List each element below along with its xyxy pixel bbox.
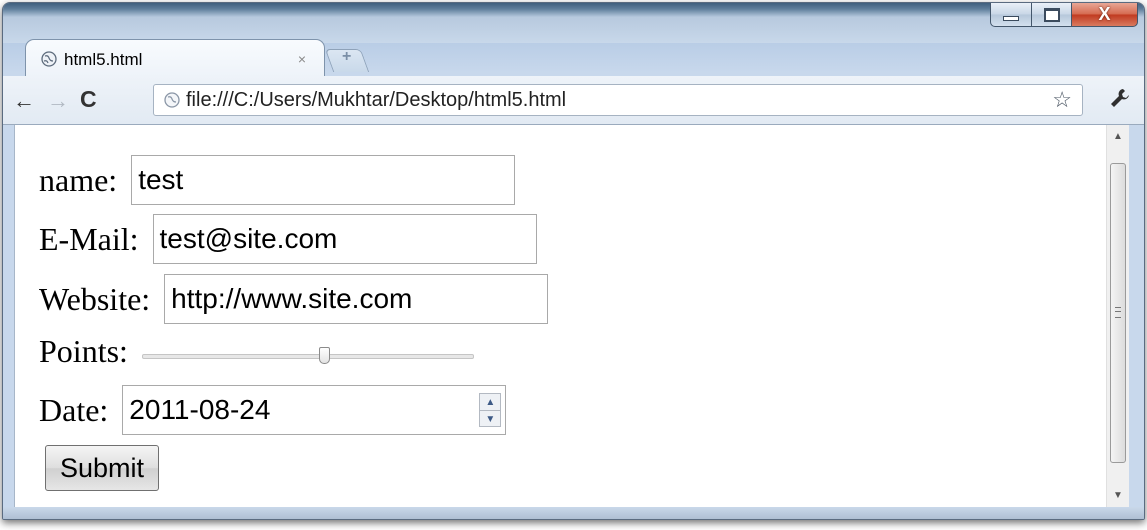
reload-button[interactable]: C	[80, 86, 97, 113]
name-row: name: test	[39, 155, 516, 205]
email-input[interactable]: test@site.com	[152, 214, 537, 264]
browser-window: X html5.html × + ← → C file:///C:/Users/…	[2, 2, 1145, 520]
name-input[interactable]: test	[131, 155, 516, 205]
globe-icon	[41, 51, 57, 67]
tab-title: html5.html	[64, 50, 143, 69]
close-window-button[interactable]: X	[1072, 3, 1138, 27]
maximize-button[interactable]	[1032, 3, 1072, 27]
scroll-up-icon[interactable]: ▲	[1107, 131, 1129, 142]
date-row: Date: 2011-08-24 ▲ ▼	[39, 385, 507, 435]
browser-toolbar: ← → C file:///C:/Users/Mukhtar/Desktop/h…	[3, 76, 1144, 125]
spinner-down-icon[interactable]: ▼	[480, 410, 501, 427]
scroll-down-icon[interactable]: ▼	[1107, 490, 1129, 501]
url-text: file:///C:/Users/Mukhtar/Desktop/html5.h…	[186, 89, 567, 111]
spinner-up-icon[interactable]: ▲	[480, 394, 500, 410]
email-label: E-Mail:	[39, 220, 139, 257]
date-spinner[interactable]: ▲ ▼	[479, 393, 502, 427]
submit-button[interactable]: Submit	[45, 445, 160, 491]
wrench-icon[interactable]	[1108, 86, 1132, 110]
slider-track	[141, 353, 474, 359]
slider-thumb[interactable]	[318, 346, 330, 364]
address-bar[interactable]: file:///C:/Users/Mukhtar/Desktop/html5.h…	[153, 84, 1083, 116]
date-input[interactable]: 2011-08-24 ▲ ▼	[122, 385, 507, 435]
close-icon: X	[1098, 4, 1111, 24]
window-bottom-frame	[3, 507, 1144, 519]
scroll-thumb[interactable]	[1110, 163, 1126, 463]
forward-button[interactable]: →	[47, 88, 69, 114]
email-row: E-Mail: test@site.com	[39, 214, 537, 264]
window-controls: X	[990, 3, 1138, 29]
website-label: Website:	[39, 280, 151, 317]
points-slider[interactable]	[141, 346, 474, 365]
points-label: Points:	[39, 333, 128, 369]
points-row: Points:	[39, 333, 474, 370]
bookmark-star-icon[interactable]: ☆	[1052, 87, 1072, 113]
date-label: Date:	[39, 391, 109, 428]
minimize-button[interactable]	[990, 3, 1032, 27]
title-bar: X	[3, 3, 1144, 43]
tab-close-icon[interactable]: ×	[298, 51, 306, 67]
website-input[interactable]: http://www.site.com	[164, 274, 549, 324]
website-row: Website: http://www.site.com	[39, 274, 549, 324]
page-globe-icon	[164, 92, 180, 108]
vertical-scrollbar[interactable]: ▲ ▼	[1106, 125, 1129, 507]
date-value: 2011-08-24	[129, 394, 271, 425]
name-label: name:	[39, 161, 118, 198]
tab-html5[interactable]: html5.html ×	[25, 39, 325, 77]
grip-icon	[1115, 307, 1121, 318]
minimize-icon	[1003, 16, 1019, 21]
maximize-icon	[1043, 7, 1060, 22]
page-content: name: test E-Mail: test@site.com Website…	[14, 125, 1129, 507]
plus-icon: +	[342, 48, 352, 65]
back-button[interactable]: ←	[13, 88, 35, 114]
